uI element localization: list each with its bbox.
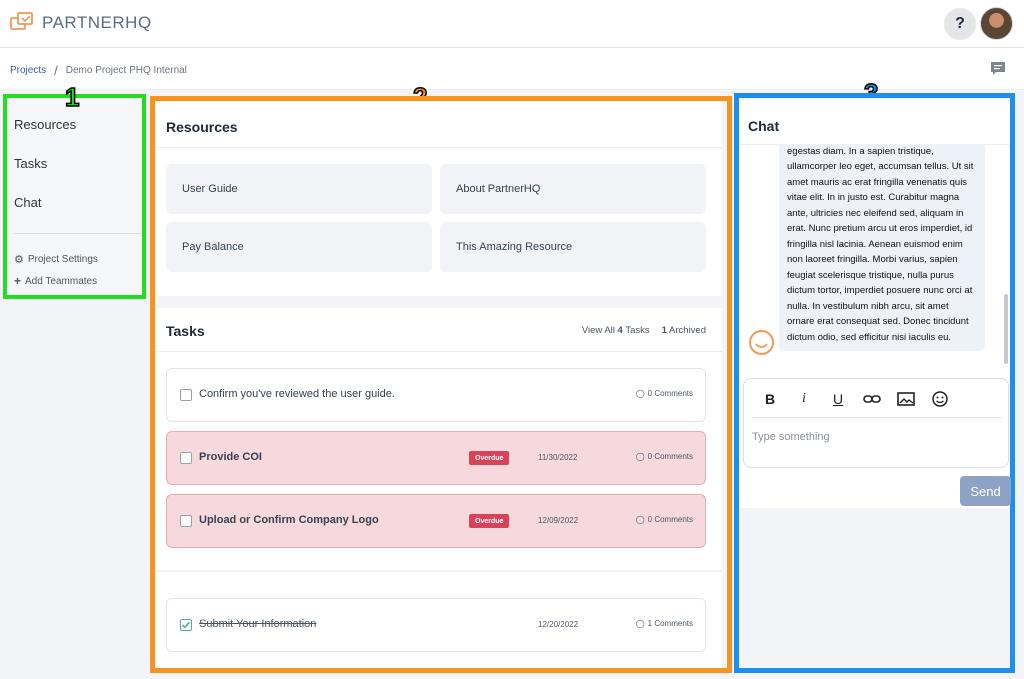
message-icon[interactable] [990, 61, 1006, 77]
archived-count: 1 [661, 325, 667, 336]
italic-button[interactable]: i [794, 391, 814, 407]
archived-tasks-link[interactable]: 1 Archived [662, 325, 706, 336]
resources-card: Resources User Guide About PartnerHQ Pay… [155, 101, 722, 296]
breadcrumb: Projects / Demo Project PHQ Internal [10, 63, 187, 78]
chat-title: Chat [748, 118, 780, 134]
comment-icon: ◯ [635, 515, 645, 524]
view-all-count: 4 [617, 325, 623, 336]
task-title: Confirm you've reviewed the user guide. [199, 388, 395, 400]
breadcrumb-separator: / [54, 63, 58, 78]
top-header: PARTNERHQ ? [0, 0, 1024, 48]
chat-bubbles-icon [10, 12, 33, 30]
project-settings-label: Project Settings [27, 254, 98, 265]
resource-tile-about[interactable]: About PartnerHQ [440, 164, 706, 214]
sidebar-item-chat[interactable]: Chat [14, 195, 41, 210]
task-due-date: 12/09/2022 [538, 516, 579, 525]
task-checkbox[interactable] [180, 515, 192, 527]
task-due-date: 12/20/2022 [538, 620, 579, 629]
main-content: Resources User Guide About PartnerHQ Pay… [150, 96, 732, 673]
sidebar-divider [14, 233, 142, 234]
task-comments[interactable]: ◯ 0 Comments [636, 389, 693, 398]
chat-message-area: egestas diam. In a sapien tristique, ull… [779, 144, 985, 351]
task-row[interactable]: Confirm you've reviewed the user guide. … [166, 368, 706, 422]
chat-editor: B i U [743, 378, 1009, 468]
project-settings-link[interactable]: ⚙ Project Settings [14, 253, 98, 266]
tasks-card: Tasks View All 4 Tasks 1 Archived Confir… [155, 308, 722, 570]
task-checkbox[interactable] [180, 389, 192, 401]
view-all-suffix: Tasks [625, 325, 650, 336]
comments-count: 1 Comments [647, 619, 693, 628]
bold-button[interactable]: B [760, 391, 780, 407]
chat-message: egestas diam. In a sapien tristique, ull… [779, 144, 985, 351]
overdue-badge: Overdue [469, 514, 510, 528]
chat-card: Chat egestas diam. In a sapien tristique… [739, 98, 1011, 508]
task-comments[interactable]: ◯ 1 Comments [636, 619, 693, 628]
resource-tile-pay-balance[interactable]: Pay Balance [166, 222, 432, 272]
help-button[interactable]: ? [944, 8, 976, 40]
link-icon[interactable] [862, 392, 882, 406]
completed-tasks-card: Submit Your Information 12/20/2022 ◯ 1 C… [155, 572, 722, 668]
sidebar-item-tasks[interactable]: Tasks [14, 156, 47, 171]
resources-divider [155, 147, 722, 148]
task-title: Provide COI [199, 451, 262, 463]
callout-number-1: 1 [64, 82, 80, 112]
comment-icon: ◯ [635, 619, 645, 628]
overdue-badge: Overdue [469, 451, 510, 465]
task-checkbox[interactable] [180, 452, 192, 464]
resource-tile-amazing[interactable]: This Amazing Resource [440, 222, 706, 272]
image-icon[interactable] [896, 391, 916, 407]
check-icon [181, 621, 190, 629]
breadcrumb-projects-link[interactable]: Projects [10, 65, 46, 76]
sidebar-item-resources[interactable]: Resources [14, 117, 76, 132]
resource-tile-user-guide[interactable]: User Guide [166, 164, 432, 214]
tasks-title: Tasks [166, 323, 205, 339]
smile-icon [755, 343, 768, 348]
sidebar: Resources Tasks Chat ⚙ Project Settings … [3, 94, 146, 299]
tasks-divider [155, 351, 722, 352]
view-all-tasks-link[interactable]: View All 4 Tasks [582, 325, 650, 336]
emoji-icon[interactable] [930, 390, 950, 408]
smiley-avatar-icon [749, 330, 774, 355]
message-input[interactable] [752, 431, 1002, 443]
editor-divider [752, 417, 1002, 418]
task-due-date: 11/30/2022 [538, 453, 578, 462]
underline-button[interactable]: U [828, 391, 848, 407]
brand-logo[interactable]: PARTNERHQ [10, 12, 152, 34]
comments-count: 0 Comments [647, 515, 693, 524]
tasks-summary: View All 4 Tasks 1 Archived [582, 325, 706, 336]
chat-panel: Chat egestas diam. In a sapien tristique… [734, 93, 1015, 673]
comment-icon: ◯ [635, 389, 645, 398]
send-button[interactable]: Send [960, 476, 1011, 506]
view-all-prefix: View All [581, 325, 615, 336]
gear-icon: ⚙ [14, 254, 24, 266]
task-title: Submit Your Information [199, 618, 317, 630]
brand-name: PARTNERHQ [42, 13, 152, 32]
task-row[interactable]: Provide COI Overdue 11/30/2022 ◯ 0 Comme… [166, 431, 706, 485]
breadcrumb-current: Demo Project PHQ Internal [65, 65, 187, 76]
chat-scrollbar[interactable] [1004, 294, 1008, 364]
add-teammates-label: Add Teammates [25, 275, 98, 287]
plus-icon: + [14, 274, 22, 288]
add-teammates-link[interactable]: + Add Teammates [14, 274, 97, 288]
comments-count: 0 Comments [647, 452, 693, 461]
comments-count: 0 Comments [647, 389, 693, 398]
task-title: Upload or Confirm Company Logo [199, 514, 379, 526]
task-checkbox-checked[interactable] [180, 619, 192, 631]
user-avatar[interactable] [980, 7, 1013, 40]
task-comments[interactable]: ◯ 0 Comments [636, 452, 693, 461]
task-row[interactable]: Upload or Confirm Company Logo Overdue 1… [166, 494, 706, 548]
task-row[interactable]: Submit Your Information 12/20/2022 ◯ 1 C… [166, 598, 706, 652]
archived-label: Archived [669, 325, 706, 336]
comment-icon: ◯ [635, 452, 645, 461]
resources-title: Resources [166, 119, 238, 135]
task-comments[interactable]: ◯ 0 Comments [636, 515, 693, 524]
